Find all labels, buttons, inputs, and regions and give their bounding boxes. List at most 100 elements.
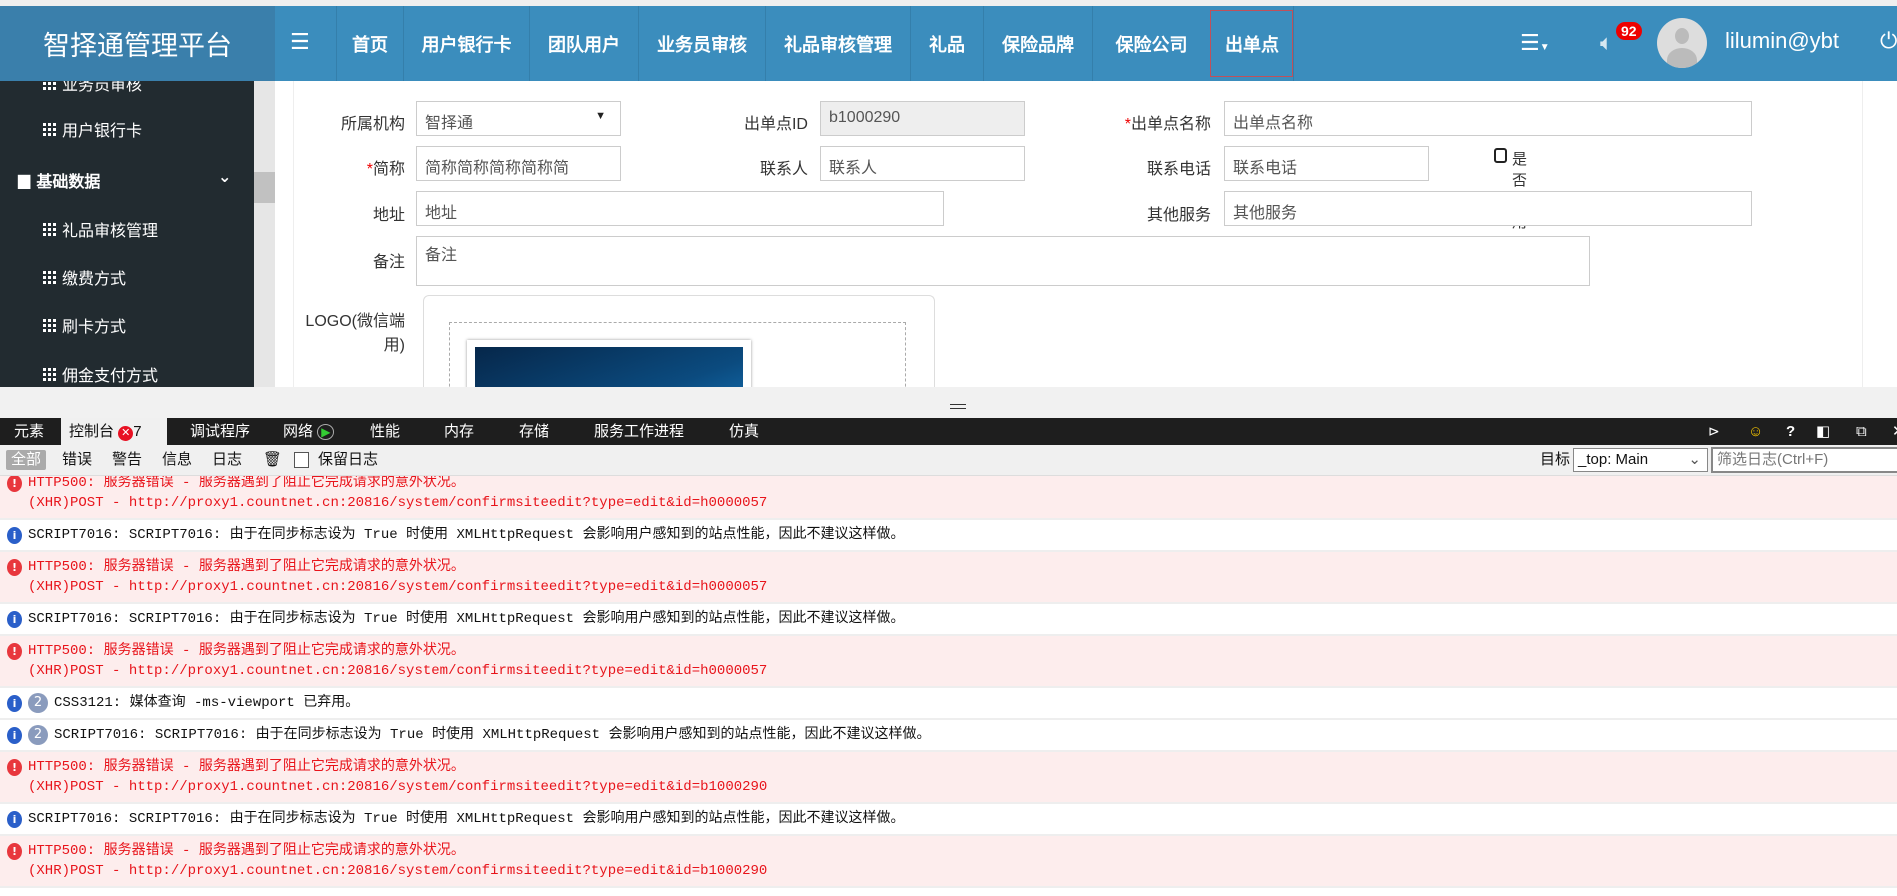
list-dropdown-icon[interactable]: ☰▼ xyxy=(1520,30,1550,56)
sidebar-item-label: 业务员审核 xyxy=(62,81,143,94)
sidebar-scrollbar-thumb[interactable] xyxy=(254,172,275,203)
nav-insurance-brand[interactable]: 保险品牌 xyxy=(983,6,1092,81)
filter-info[interactable]: 信息 xyxy=(162,450,192,470)
filter-all[interactable]: 全部 xyxy=(6,450,47,470)
menu-toggle-icon[interactable]: ☰ xyxy=(290,31,312,53)
tab-elements[interactable]: 元素 xyxy=(6,418,52,445)
sidebar-group-basic-data[interactable]: ▆ 基础数据 xyxy=(18,168,100,192)
tab-memory[interactable]: 内存 xyxy=(436,418,482,445)
filter-log-input[interactable]: 筛选日志(Ctrl+F) xyxy=(1711,447,1897,473)
undock-icon[interactable]: ⧉ xyxy=(1848,418,1875,445)
grid-icon xyxy=(43,270,56,284)
repeat-count-badge: 2 xyxy=(28,693,48,713)
chevron-down-icon[interactable]: ⌄ xyxy=(218,167,231,187)
repeat-count-badge: 2 xyxy=(28,725,48,745)
log-entry[interactable]: ! HTTP500: 服务器错误 - 服务器遇到了阻止它完成请求的意外状况。 (XH… xyxy=(0,752,1897,804)
disabled-checkbox[interactable] xyxy=(1494,148,1507,163)
nav-user-bank-card[interactable]: 用户银行卡 xyxy=(403,6,529,81)
sidebar-item-commission-method[interactable]: 佣金支付方式 xyxy=(43,362,158,386)
filter-errors[interactable]: 错误 xyxy=(62,450,92,470)
devtools-tabs: 元素 控制台 ✕ 7 调试程序 网络 ▶ 性能 内存 存储 服务工作进程 仿真 ⊳… xyxy=(0,418,1897,445)
nav-gifts[interactable]: 礼品 xyxy=(910,6,983,81)
tab-network[interactable]: 网络 ▶ xyxy=(275,418,342,445)
address-input[interactable]: 地址 xyxy=(416,191,944,226)
close-icon[interactable]: ✕ xyxy=(1884,418,1897,445)
phone-label: 联系电话 xyxy=(1146,161,1211,178)
username[interactable]: lilumin@ybt xyxy=(1725,28,1839,54)
error-count: 7 xyxy=(133,423,142,440)
power-icon[interactable]: ⏻ xyxy=(1880,28,1897,54)
log-source-url[interactable]: (XHR)POST - http://proxy1.countnet.cn:20… xyxy=(28,577,1897,597)
nav-issuing-point[interactable]: 出单点 xyxy=(1210,10,1293,77)
nav-divider xyxy=(1293,6,1294,81)
log-entry[interactable]: i 2 CSS3121: 媒体查询 -ms-viewport 已弃用。 xyxy=(0,688,1897,720)
tab-performance[interactable]: 性能 xyxy=(362,418,408,445)
error-icon: ! xyxy=(7,643,22,660)
nav-agent-review[interactable]: 业务员审核 xyxy=(638,6,765,81)
sidebar-item-agent-review[interactable]: 业务员审核 xyxy=(43,81,142,95)
tab-service-workers[interactable]: 服务工作进程 xyxy=(586,418,692,445)
log-message: SCRIPT7016: SCRIPT7016: 由于在同步标志设为 True 时… xyxy=(28,811,905,827)
dock-icon[interactable]: ◧ xyxy=(1808,418,1838,445)
tab-emulation[interactable]: 仿真 xyxy=(721,418,767,445)
tab-storage[interactable]: 存储 xyxy=(511,418,557,445)
filter-warnings[interactable]: 警告 xyxy=(112,450,142,470)
log-message: HTTP500: 服务器错误 - 服务器遇到了阻止它完成请求的意外状况。 xyxy=(28,843,465,859)
feedback-smiley-icon[interactable]: ☺ xyxy=(1740,418,1771,445)
caret-down-icon: ▼ xyxy=(595,110,606,122)
log-source-url[interactable]: (XHR)POST - http://proxy1.countnet.cn:20… xyxy=(28,493,1897,513)
sidebar-scrollbar[interactable] xyxy=(254,81,275,387)
name-input[interactable]: 出单点名称 xyxy=(1224,101,1752,136)
preserve-log-checkbox[interactable] xyxy=(294,452,309,468)
log-entry[interactable]: i SCRIPT7016: SCRIPT7016: 由于在同步标志设为 True … xyxy=(0,604,1897,636)
info-icon: i xyxy=(7,611,22,628)
nav-team-users[interactable]: 团队用户 xyxy=(529,6,638,81)
nav-insurance-company[interactable]: 保险公司 xyxy=(1092,6,1210,81)
other-service-input[interactable]: 其他服务 xyxy=(1224,191,1752,226)
log-entry[interactable]: i SCRIPT7016: SCRIPT7016: 由于在同步标志设为 True … xyxy=(0,804,1897,836)
sidebar-item-label: 缴费方式 xyxy=(62,271,127,288)
tab-console[interactable]: 控制台 ✕ 7 xyxy=(61,418,167,445)
sidebar-item-label: 刷卡方式 xyxy=(62,319,127,336)
log-entry[interactable]: ! HTTP500: 服务器错误 - 服务器遇到了阻止它完成请求的意外状况。 (XH… xyxy=(0,836,1897,888)
sidebar-item-user-bank-card[interactable]: 用户银行卡 xyxy=(43,117,142,141)
log-message: SCRIPT7016: SCRIPT7016: 由于在同步标志设为 True 时… xyxy=(28,527,905,543)
sidebar-item-payment-method[interactable]: 缴费方式 xyxy=(43,265,126,289)
nav-home[interactable]: 首页 xyxy=(336,6,403,81)
logo-thumbnail[interactable] xyxy=(467,340,751,387)
log-entry[interactable]: ! HTTP500: 服务器错误 - 服务器遇到了阻止它完成请求的意外状况。 (XH… xyxy=(0,636,1897,688)
notification-badge: 92 xyxy=(1616,22,1642,40)
tab-debugger[interactable]: 调试程序 xyxy=(182,418,258,445)
log-entry[interactable]: i SCRIPT7016: SCRIPT7016: 由于在同步标志设为 True … xyxy=(0,520,1897,552)
remark-textarea[interactable]: 备注 xyxy=(416,236,1590,286)
nav-gift-review[interactable]: 礼品审核管理 xyxy=(765,6,910,81)
filter-log[interactable]: 日志 xyxy=(212,450,242,470)
log-message: SCRIPT7016: SCRIPT7016: 由于在同步标志设为 True 时… xyxy=(28,611,905,627)
log-entry[interactable]: ! HTTP500: 服务器错误 - 服务器遇到了阻止它完成请求的意外状况。 (XH… xyxy=(0,476,1897,520)
org-label: 所属机构 xyxy=(340,116,405,133)
log-entry[interactable]: ! HTTP500: 服务器错误 - 服务器遇到了阻止它完成请求的意外状况。 (XH… xyxy=(0,552,1897,604)
log-source-url[interactable]: (XHR)POST - http://proxy1.countnet.cn:20… xyxy=(28,661,1897,681)
logo-image xyxy=(475,347,743,387)
avatar[interactable] xyxy=(1657,18,1707,68)
help-icon[interactable]: ? xyxy=(1778,418,1803,445)
drive-icon: ▆ xyxy=(18,172,31,189)
devtools-splitter[interactable] xyxy=(0,387,1897,418)
short-input[interactable]: 简称简称简称简称简 xyxy=(416,146,621,181)
log-source-url[interactable]: (XHR)POST - http://proxy1.countnet.cn:20… xyxy=(28,861,1897,881)
contact-input[interactable]: 联系人 xyxy=(820,146,1025,181)
log-source-url[interactable]: (XHR)POST - http://proxy1.countnet.cn:20… xyxy=(28,777,1897,797)
grid-icon xyxy=(43,367,56,381)
speaker-icon[interactable]: 🔈︎ xyxy=(1600,30,1613,56)
console-toolbar: 全部 错误 警告 信息 日志 🗑︎ 保留日志 目标 _top: Main ⌄ 筛选… xyxy=(0,445,1897,476)
id-input[interactable]: b1000290 xyxy=(820,101,1025,136)
sidebar-item-card-method[interactable]: 刷卡方式 xyxy=(43,313,126,337)
sidebar-item-gift-review[interactable]: 礼品审核管理 xyxy=(43,217,158,241)
log-entry[interactable]: i 2 SCRIPT7016: SCRIPT7016: 由于在同步标志设为 True… xyxy=(0,720,1897,752)
console-toggle-icon[interactable]: ⊳ xyxy=(1700,418,1728,445)
phone-input[interactable]: 联系电话 xyxy=(1224,146,1429,181)
org-select[interactable]: 智择通 ▼ xyxy=(416,101,621,136)
error-icon: ! xyxy=(7,476,22,492)
clear-trash-icon[interactable]: 🗑︎ xyxy=(263,450,282,470)
target-select[interactable]: _top: Main ⌄ xyxy=(1573,448,1708,472)
